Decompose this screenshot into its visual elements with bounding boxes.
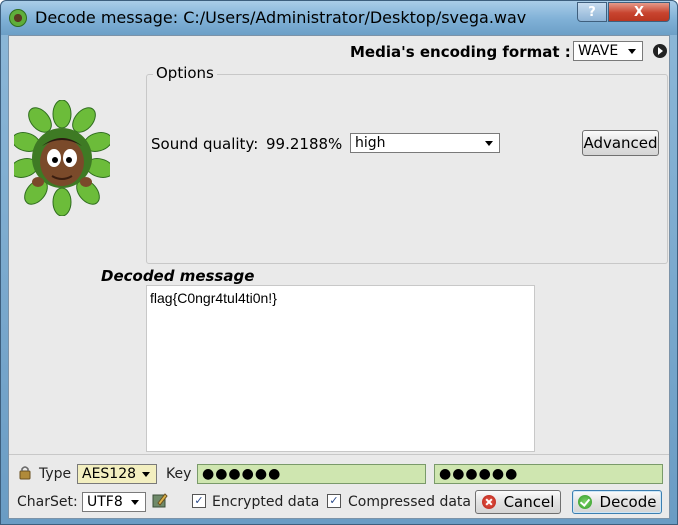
type-select-value: AES128: [82, 466, 137, 482]
media-format-select[interactable]: WAVE: [573, 41, 643, 61]
footer-divider: [9, 454, 669, 455]
chevron-down-icon: [628, 49, 636, 54]
type-select[interactable]: AES128: [77, 464, 157, 484]
decode-button-label: Decode: [599, 493, 657, 511]
window-title: Decode message: C:/Users/Administrator/D…: [35, 8, 527, 27]
sound-quality-label: Sound quality:: [151, 135, 259, 153]
cancel-button-label: Cancel: [503, 493, 555, 511]
sound-quality-value: 99.2188%: [266, 135, 343, 153]
media-format-value: WAVE: [578, 43, 619, 59]
key-input[interactable]: ●●●●●●: [197, 464, 426, 484]
cancel-button[interactable]: Cancel: [475, 490, 561, 514]
app-icon: [9, 9, 27, 27]
ok-icon: [577, 495, 592, 509]
cancel-icon: [481, 495, 496, 509]
compressed-data-label: Compressed data: [348, 494, 471, 510]
decode-button[interactable]: Decode: [572, 490, 662, 514]
charset-select[interactable]: UTF8: [82, 492, 146, 512]
decode-window: Decode message: C:/Users/Administrator/D…: [0, 0, 678, 525]
decoded-message-text: flag{C0ngr4tul4ti0n!}: [150, 290, 277, 306]
key-confirm-input-value: ●●●●●●: [439, 466, 519, 482]
encrypted-data-label: Encrypted data: [212, 494, 320, 510]
options-group: [146, 74, 668, 264]
key-label: Key: [166, 466, 192, 482]
charset-label: CharSet:: [17, 494, 78, 510]
chevron-down-icon: [131, 500, 139, 505]
dialog-client-area: Media's encoding format : WAVE Options S…: [8, 35, 670, 519]
encrypted-data-checkbox[interactable]: ✓: [192, 494, 206, 508]
type-label: Type: [39, 466, 72, 482]
compressed-data-checkbox[interactable]: ✓: [327, 494, 341, 508]
key-confirm-input[interactable]: ●●●●●●: [434, 464, 663, 484]
title-bar[interactable]: Decode message: C:/Users/Administrator/D…: [1, 1, 677, 35]
quality-select-value: high: [355, 135, 386, 151]
play-icon[interactable]: [653, 44, 667, 58]
decoded-message-textarea[interactable]: flag{C0ngr4tul4ti0n!}: [146, 285, 535, 452]
pencil-icon[interactable]: [152, 492, 168, 508]
chevron-down-icon: [142, 472, 150, 477]
help-button[interactable]: ?: [577, 2, 607, 22]
chevron-down-icon: [485, 141, 493, 146]
options-legend: Options: [153, 64, 217, 82]
close-button[interactable]: X: [608, 2, 670, 22]
decoded-message-label: Decoded message: [101, 267, 255, 285]
lock-icon: [19, 466, 31, 480]
media-format-label: Media's encoding format :: [350, 43, 571, 61]
mascot-image: [14, 100, 110, 216]
charset-select-value: UTF8: [87, 494, 123, 510]
key-input-value: ●●●●●●: [202, 466, 282, 482]
quality-select[interactable]: high: [350, 133, 500, 153]
advanced-button[interactable]: Advanced: [582, 130, 659, 156]
